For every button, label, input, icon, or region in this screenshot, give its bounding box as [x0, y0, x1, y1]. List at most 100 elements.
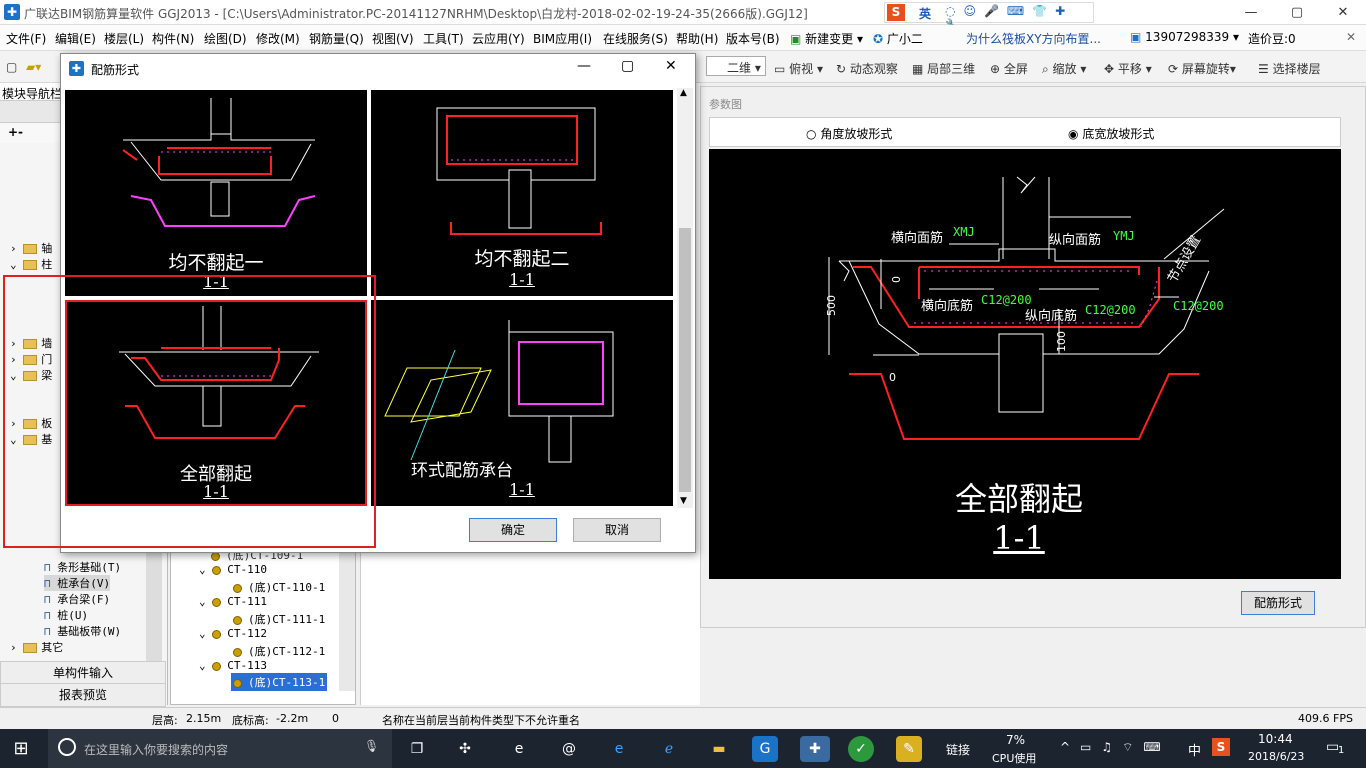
single-component-input-button[interactable]: 单构件输入 — [0, 661, 166, 685]
notes-app-icon[interactable]: ✎ — [896, 736, 922, 762]
expand-all-icon[interactable]: +- — [8, 125, 23, 139]
scroll-up-icon[interactable]: ▲ — [680, 88, 687, 98]
list-item-ct111-1[interactable]: (底)CT-111-1 — [233, 611, 325, 627]
pan-button[interactable]: ✥ 平移 ▾ — [1104, 60, 1152, 77]
dialog-maximize-icon[interactable]: ▢ — [621, 58, 634, 74]
green-app-icon[interactable]: ✓ — [848, 736, 874, 762]
tree-column[interactable]: ⌄ 柱 — [10, 256, 52, 272]
menu-account[interactable]: ▣ 13907298339 ▾ — [1130, 30, 1239, 44]
taskbar: ⊞ 在这里输入你要搜索的内容 🎙 ❐ ✣ e @ e ℯ ▬ G ✚ ✓ ✎ 链… — [0, 729, 1366, 768]
sogou-tray-icon[interactable]: S — [1212, 738, 1230, 756]
component-icon: ⊓ — [44, 609, 51, 622]
list-item-ct110[interactable]: ⌄ CT-110 — [199, 563, 267, 576]
menu-help[interactable]: 帮助(H) — [676, 30, 718, 47]
maximize-button[interactable]: ▢ — [1274, 0, 1320, 25]
zoom-button[interactable]: ⌕ 缩放 ▾ — [1042, 60, 1086, 77]
glodon-app-icon[interactable]: G — [752, 736, 778, 762]
menu-coins[interactable]: 造价豆:0 — [1248, 30, 1296, 47]
list-item-ct110-1[interactable]: (底)CT-110-1 — [233, 579, 325, 595]
task-view-icon[interactable]: ❐ — [404, 736, 430, 762]
menu-draw[interactable]: 绘图(D) — [204, 30, 247, 47]
tree-foundation[interactable]: ⌄ 基 — [10, 431, 52, 447]
open-folder-icon[interactable]: ▰▾ — [26, 60, 41, 74]
menu-cloud[interactable]: 云应用(Y) — [472, 30, 525, 47]
close-button[interactable]: ✕ — [1320, 0, 1366, 25]
option-panel-2[interactable]: 均不翻起二 1-1 — [371, 90, 673, 296]
ggj-active-icon[interactable]: ✚ — [800, 736, 830, 762]
menu-floor[interactable]: 楼层(L) — [104, 30, 144, 47]
tree-foundation-strip[interactable]: ⊓ 基础板带(W) — [44, 623, 121, 639]
rotate-screen-button[interactable]: ⟳ 屏幕旋转▾ — [1168, 60, 1236, 77]
dialog-minimize-icon[interactable]: — — [577, 58, 591, 74]
taskbar-link[interactable]: 链接 — [946, 741, 970, 758]
menu-guangxiaoer[interactable]: ✪ 广小二 — [873, 30, 923, 47]
menu-online[interactable]: 在线服务(S) — [603, 30, 668, 47]
tree-pile[interactable]: ⊓ 桩(U) — [44, 607, 88, 623]
dialog-close-icon[interactable]: ✕ — [665, 58, 677, 74]
menu-version[interactable]: 版本号(B) — [726, 30, 780, 47]
minimize-button[interactable]: — — [1228, 0, 1274, 25]
panel-4-title: 环式配筋承台 — [411, 461, 513, 481]
ime-toolbar[interactable]: S 英 ◌☺🎤⌨👕✚🔧 — [884, 2, 1094, 32]
ie-browser-icon[interactable]: e — [506, 736, 532, 762]
list-item-ct112-1[interactable]: (底)CT-112-1 — [233, 643, 325, 659]
list-item-ct112[interactable]: ⌄ CT-112 — [199, 627, 267, 640]
ime-indicator[interactable]: 中 — [1188, 740, 1201, 759]
menu-tools[interactable]: 工具(T) — [423, 30, 464, 47]
menu-file[interactable]: 文件(F) — [6, 30, 46, 47]
top-view-button[interactable]: ▭ 俯视 ▾ — [774, 60, 823, 77]
list-scrollbar[interactable] — [339, 541, 355, 691]
tree-wall[interactable]: › 墙 — [10, 335, 52, 351]
ok-button[interactable]: 确定 — [469, 518, 557, 542]
tree-door[interactable]: › 门 — [10, 351, 52, 367]
option-panel-3[interactable]: 全部翻起 1-1 — [65, 300, 367, 506]
app-spiral-icon[interactable]: @ — [556, 736, 582, 762]
report-preview-button[interactable]: 报表预览 — [0, 683, 166, 707]
edge-icon[interactable]: e — [606, 736, 632, 762]
status-bar: 层高: 2.15m 底标高: -2.2m 0 名称在当前层当前构件类型下不允许重… — [0, 707, 1366, 729]
menu-rebar[interactable]: 钢筋量(Q) — [309, 30, 364, 47]
select-floor-button[interactable]: ☰ 选择楼层 — [1258, 60, 1321, 77]
tree-axis[interactable]: › 轴 — [10, 240, 52, 256]
menu-view[interactable]: 视图(V) — [372, 30, 414, 47]
cancel-button[interactable]: 取消 — [573, 518, 661, 542]
tree-pile-cap[interactable]: ⊓ 桩承台(V) — [44, 575, 111, 591]
tray-icons[interactable]: ^▭♫⌔⌨ — [1060, 740, 1171, 755]
app-fan-icon[interactable]: ✣ — [452, 736, 478, 762]
radio-angle-slope[interactable]: ○ 角度放坡形式 — [806, 125, 892, 142]
tree-slab[interactable]: › 板 — [10, 415, 52, 431]
list-item-ct113[interactable]: ⌄ CT-113 — [199, 659, 267, 672]
file-explorer-icon[interactable]: ▬ — [706, 736, 732, 762]
view-mode-select[interactable]: 二维 ▾ — [706, 56, 766, 76]
dynamic-view-button[interactable]: ↻ 动态观察 — [836, 60, 898, 77]
taskbar-search[interactable]: 在这里输入你要搜索的内容 🎙 — [48, 729, 392, 768]
windows-start-icon[interactable]: ⊞ — [8, 736, 34, 762]
tree-cap-beam[interactable]: ⊓ 承台梁(F) — [44, 591, 110, 607]
scroll-down-icon[interactable]: ▼ — [680, 496, 687, 506]
ie-icon[interactable]: ℯ — [656, 736, 682, 762]
menu-bim[interactable]: BIM应用(I) — [533, 30, 592, 47]
tree-other[interactable]: › 其它 — [10, 639, 63, 655]
rebar-form-button[interactable]: 配筋形式 — [1241, 591, 1315, 615]
radio-bottom-width-slope[interactable]: ◉ 底宽放坡形式 — [1068, 125, 1154, 142]
local-3d-button[interactable]: ▦ 局部三维 — [912, 60, 975, 77]
dialog-scrollbar[interactable]: ▲ ▼ — [677, 88, 693, 508]
list-item-ct111[interactable]: ⌄ CT-111 — [199, 595, 267, 608]
menu-edit[interactable]: 编辑(E) — [55, 30, 96, 47]
dim-0-side: 0 — [890, 276, 903, 283]
new-file-icon[interactable]: ▢ — [6, 60, 17, 74]
option-panel-4[interactable]: 环式配筋承台 1-1 — [371, 300, 673, 506]
folder-icon — [23, 244, 38, 254]
option-panel-1[interactable]: 均不翻起一 1-1 — [65, 90, 367, 296]
menu-component[interactable]: 构件(N) — [152, 30, 194, 47]
menu-close-icon[interactable]: ✕ — [1346, 30, 1356, 44]
microphone-icon[interactable]: 🎙 — [364, 739, 379, 753]
tree-beam[interactable]: ⌄ 梁 — [10, 367, 52, 383]
menu-question-link[interactable]: 为什么筏板XY方向布置... — [966, 30, 1101, 47]
menu-modify[interactable]: 修改(M) — [256, 30, 300, 47]
menu-new-change[interactable]: ▣ 新建变更 ▾ — [790, 30, 863, 47]
dialog-scroll-thumb[interactable] — [679, 228, 691, 492]
fullscreen-button[interactable]: ⊕ 全屏 — [990, 60, 1028, 77]
tree-strip-foundation[interactable]: ⊓ 条形基础(T) — [44, 559, 121, 575]
list-item-ct113-1-selected[interactable]: (底)CT-113-1 — [231, 673, 328, 691]
